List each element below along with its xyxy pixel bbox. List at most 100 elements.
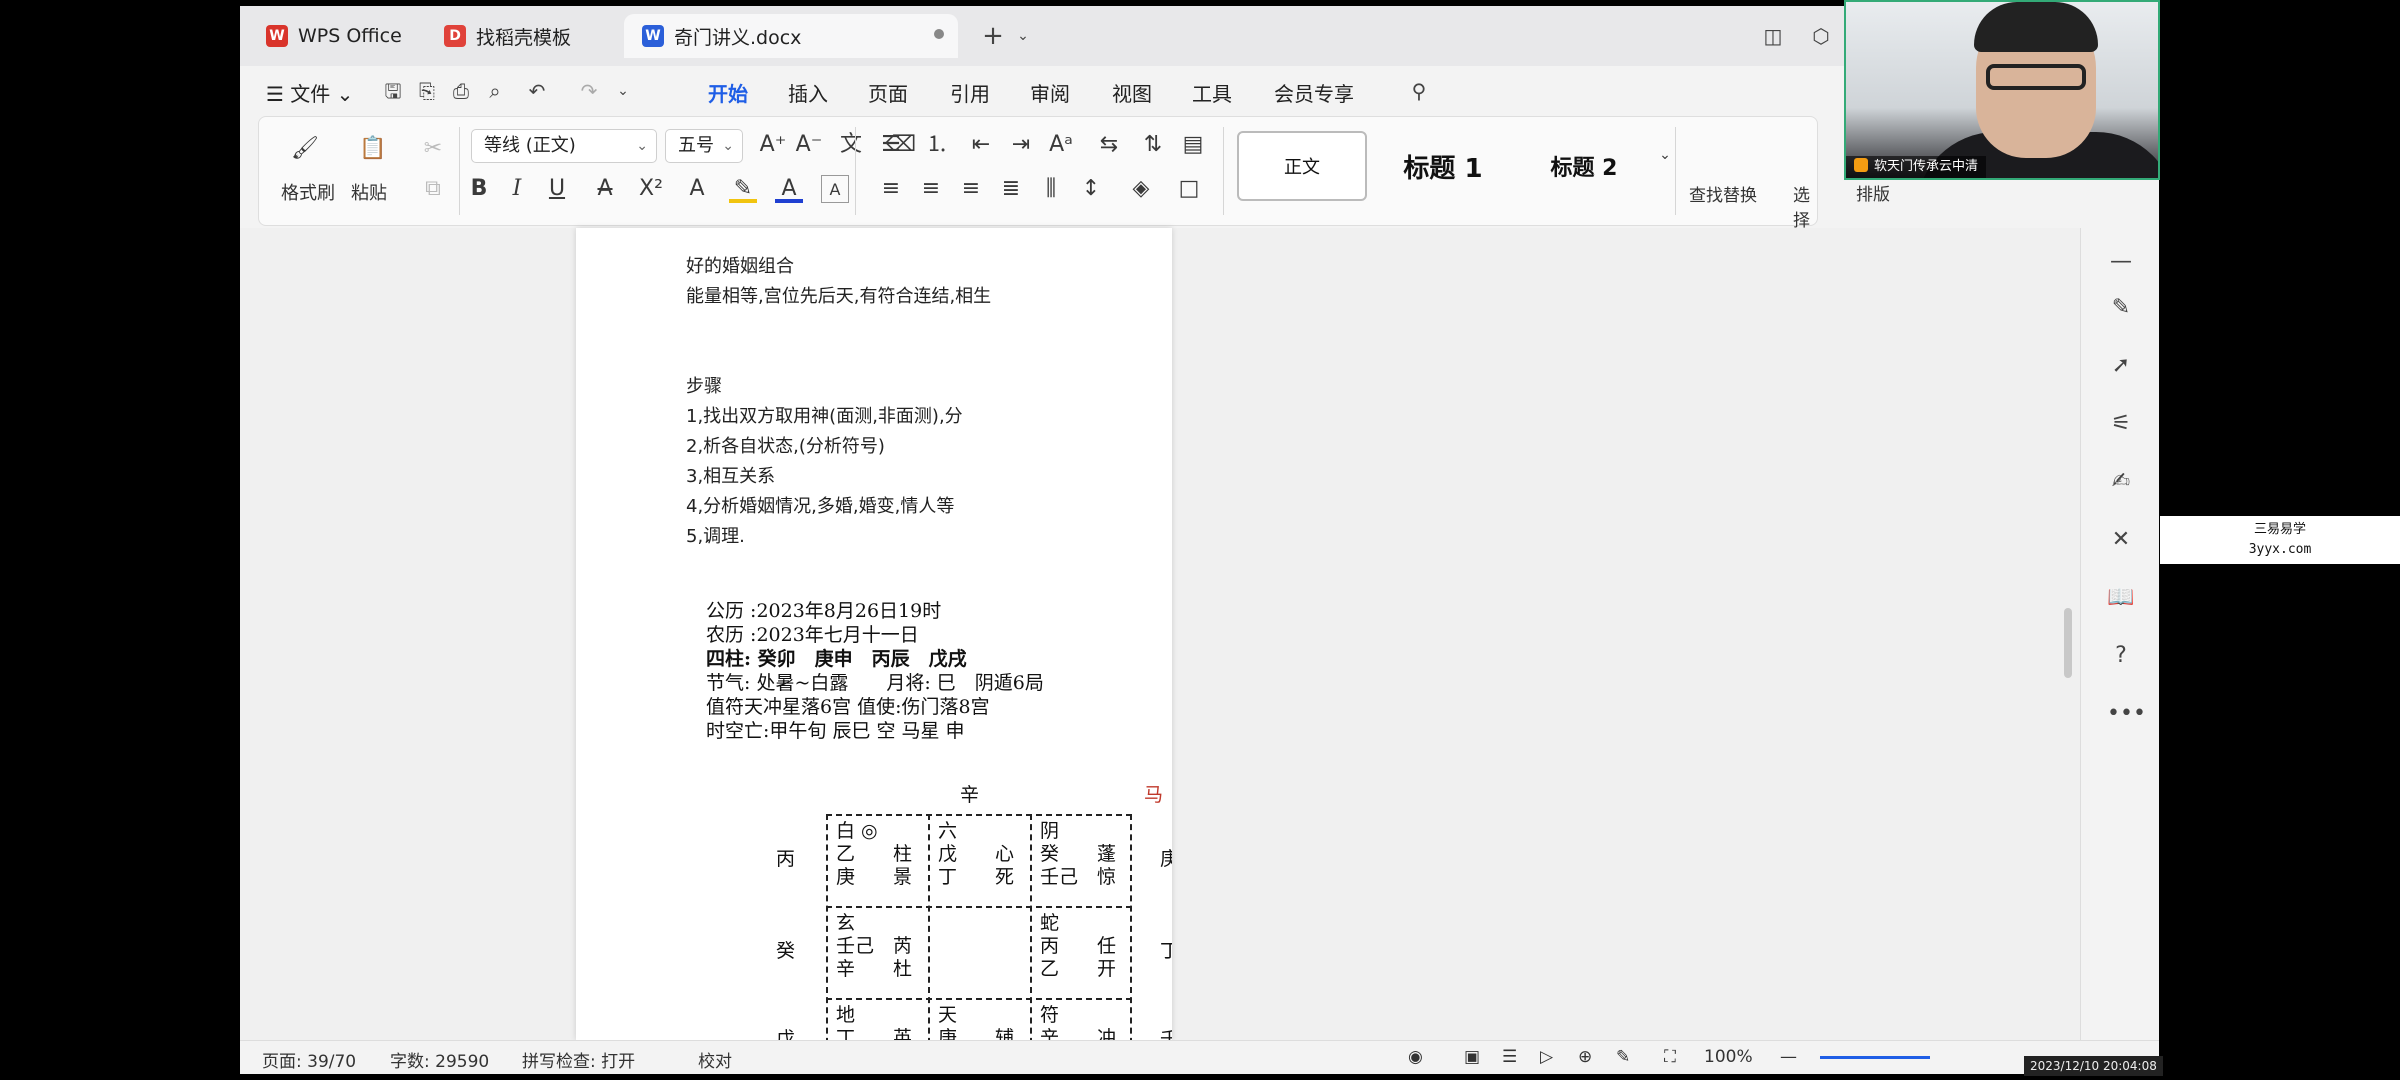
file-menu[interactable]: ☰ 文件 ⌄ [266, 78, 353, 107]
menu-page[interactable]: 页面 [868, 78, 908, 107]
font-color-icon[interactable]: A [775, 175, 803, 203]
sliders-icon[interactable]: ⚟ [2107, 410, 2135, 438]
tab-document[interactable]: W 奇门讲义.docx [624, 14, 958, 58]
more-chevron-icon[interactable]: ⌄ [610, 78, 636, 104]
menu-start[interactable]: 开始 [708, 78, 748, 119]
underline-icon[interactable]: U [543, 175, 571, 203]
menu-insert[interactable]: 插入 [788, 78, 828, 107]
web-view-icon[interactable]: ⊕ [1578, 1047, 1592, 1067]
find-replace-button[interactable]: 查找替换 [1689, 181, 1757, 206]
align-right-icon[interactable]: ≡ [957, 175, 985, 203]
cube-icon[interactable]: ⬡ [1808, 23, 1834, 49]
spell-check[interactable]: 拼写检查: 打开 [522, 1047, 635, 1072]
paste-label[interactable]: 粘贴 [351, 179, 387, 205]
more-icon[interactable]: ••• [2107, 700, 2146, 728]
cell-line: 壬己 芮 [836, 935, 913, 957]
export-icon[interactable]: ⎘ [414, 78, 440, 104]
line-spacing-icon[interactable]: ↕ [1077, 175, 1105, 203]
signature-icon[interactable]: ✍ [2107, 468, 2135, 496]
bullet-list-icon[interactable]: ☰ [877, 131, 905, 159]
line-break-icon[interactable]: ⇆ [1095, 131, 1123, 159]
cell-line: 玄 [836, 912, 856, 934]
eye-icon[interactable]: ◉ [1408, 1047, 1423, 1067]
print-icon[interactable]: ⎙ [448, 78, 474, 104]
play-icon[interactable]: ▷ [1540, 1047, 1553, 1067]
highlight-icon[interactable]: ✎ [729, 175, 757, 203]
tab-wps-office[interactable]: W WPS Office [248, 14, 418, 58]
zoom-slider[interactable] [1820, 1056, 1930, 1059]
save-icon[interactable]: 🖫 [380, 78, 406, 104]
document-page[interactable]: 好的婚姻组合 能量相等,宫位先后天,有符合连结,相生 步骤 1,找出双方取用神(… [576, 228, 1172, 1040]
paste-icon[interactable]: 📋 [359, 135, 387, 163]
word-doc-icon: W [642, 25, 664, 47]
char-border-icon[interactable]: A [821, 175, 849, 203]
scrollbar-thumb[interactable] [2064, 608, 2072, 678]
font-name-select[interactable]: 等线 (正文) ⌄ [471, 129, 657, 163]
pan-right-label: 壬己 [1160, 1028, 1172, 1040]
search-icon[interactable]: ⚲ [1406, 78, 1432, 104]
increase-indent-icon[interactable]: ⇥ [1007, 131, 1035, 159]
shrink-font-icon[interactable]: A⁻ [795, 131, 823, 159]
docer-icon: D [444, 25, 466, 47]
format-painter-icon[interactable]: 🖌 [291, 135, 319, 163]
undo-icon[interactable]: ↶ [524, 78, 550, 104]
align-left-icon[interactable]: ≡ [877, 175, 905, 203]
zoom-out-icon[interactable]: — [1780, 1047, 1797, 1067]
proofread[interactable]: 校对 [698, 1047, 732, 1072]
help-icon[interactable]: ? [2107, 642, 2135, 670]
style-heading-2[interactable]: 标题 2 [1519, 131, 1649, 201]
layout-icon[interactable]: ◫ [1760, 23, 1786, 49]
print-preview-icon[interactable]: ⌕ [482, 78, 508, 104]
align-center-icon[interactable]: ≡ [917, 175, 945, 203]
menu-member[interactable]: 会员专享 [1274, 78, 1354, 107]
book-icon[interactable]: 📖 [2107, 584, 2135, 612]
bold-icon[interactable]: B [465, 175, 493, 203]
pen-icon[interactable]: ✎ [2107, 294, 2135, 322]
copy-icon[interactable]: ⧉ [419, 175, 447, 203]
shading-icon[interactable]: ◈ [1127, 175, 1155, 203]
pen-mode-icon[interactable]: ✎ [1616, 1047, 1630, 1067]
menu-view[interactable]: 视图 [1112, 78, 1152, 107]
border-icon[interactable]: □ [1175, 175, 1203, 203]
font-size-select[interactable]: 五号 ⌄ [665, 129, 743, 163]
distribute-icon[interactable]: ⫼ [1037, 175, 1065, 203]
strikethrough-icon[interactable]: A [591, 175, 619, 203]
page-view-icon[interactable]: ▣ [1464, 1047, 1480, 1067]
table-of-contents-icon[interactable]: ▤ [1179, 131, 1207, 159]
page-indicator[interactable]: 页面: 39/70 [262, 1047, 356, 1072]
italic-icon[interactable]: I [503, 175, 531, 203]
cursor-icon[interactable]: ➚ [2107, 352, 2135, 380]
justify-icon[interactable]: ≣ [997, 175, 1025, 203]
font-size-value: 五号 [678, 135, 714, 156]
pan-cell-12: 六 戊 心 丁 死 [938, 820, 1014, 889]
decrease-indent-icon[interactable]: ⇤ [967, 131, 995, 159]
cut-icon[interactable]: ✂ [419, 135, 447, 163]
chevron-down-icon[interactable]: ⌄ [1010, 23, 1036, 49]
tab-docer[interactable]: D 找稻壳模板 [426, 14, 616, 58]
arrange-button[interactable]: 排版 [1856, 180, 1890, 205]
phonetic-icon[interactable]: 文 [837, 131, 865, 159]
text-effect-icon[interactable]: A [683, 175, 711, 203]
grow-font-icon[interactable]: A⁺ [759, 131, 787, 159]
fit-icon[interactable]: ⛶ [1664, 1047, 1676, 1067]
redo-icon[interactable]: ↷ [576, 78, 602, 104]
collapse-icon[interactable]: — [2107, 248, 2135, 276]
menu-review[interactable]: 审阅 [1030, 78, 1070, 107]
text-direction-icon[interactable]: Aᵃ [1047, 131, 1075, 159]
zoom-level[interactable]: 100% [1704, 1047, 1753, 1067]
vertical-scrollbar[interactable] [2060, 228, 2078, 1040]
format-painter-label[interactable]: 格式刷 [281, 179, 335, 205]
word-count[interactable]: 字数: 29590 [390, 1047, 489, 1072]
superscript-icon[interactable]: X² [637, 175, 665, 203]
menu-reference[interactable]: 引用 [950, 78, 990, 107]
tools-icon[interactable]: ✕ [2107, 526, 2135, 554]
numbered-list-icon[interactable]: ⒈ [923, 131, 951, 159]
select-button[interactable]: 选择 [1793, 181, 1817, 231]
outline-view-icon[interactable]: ☰ [1502, 1047, 1517, 1067]
unsaved-dot-icon[interactable] [934, 29, 944, 39]
sort-icon[interactable]: ⇅ [1139, 131, 1167, 159]
new-tab-plus-icon[interactable]: + [980, 23, 1006, 49]
style-normal[interactable]: 正文 [1237, 131, 1367, 201]
style-heading-1[interactable]: 标题 1 [1373, 131, 1513, 201]
menu-tools[interactable]: 工具 [1192, 78, 1232, 107]
